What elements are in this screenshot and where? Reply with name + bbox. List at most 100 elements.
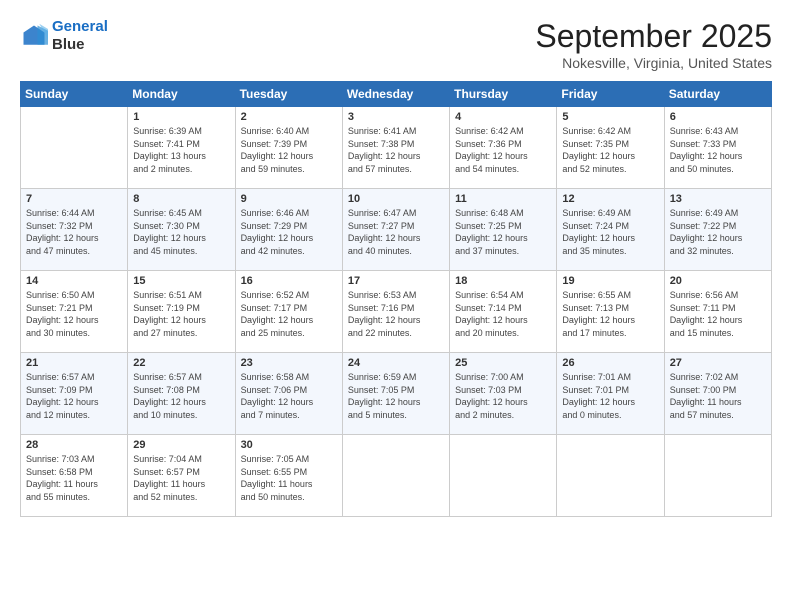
calendar-week-row: 1 Sunrise: 6:39 AM Sunset: 7:41 PM Daylig… (21, 107, 772, 189)
calendar-cell (664, 435, 771, 517)
logo-icon (20, 22, 48, 50)
calendar-cell: 9 Sunrise: 6:46 AM Sunset: 7:29 PM Daylig… (235, 189, 342, 271)
calendar-cell: 16 Sunrise: 6:52 AM Sunset: 7:17 PM Dayli… (235, 271, 342, 353)
calendar-cell: 29Sunrise: 7:04 AM Sunset: 6:57 PM Dayli… (128, 435, 235, 517)
calendar-cell: 8Sunrise: 6:45 AM Sunset: 7:30 PM Daylig… (128, 189, 235, 271)
day-number: 10 (348, 193, 444, 205)
day-number: 18 (455, 275, 551, 287)
calendar-cell: 13 Sunrise: 6:49 AM Sunset: 7:22 PM Dayli… (664, 189, 771, 271)
title-block: September 2025 Nokesville, Virginia, Uni… (535, 18, 772, 71)
calendar-cell (21, 107, 128, 189)
day-number: 1 (133, 111, 229, 123)
day-info: Sunrise: 6:42 AM Sunset: 7:36 PM Dayligh… (455, 125, 551, 175)
day-number: 16 (241, 275, 337, 287)
calendar-cell: 10 Sunrise: 6:47 AM Sunset: 7:27 PM Dayli… (342, 189, 449, 271)
day-number: 25 (455, 357, 551, 369)
calendar-cell: 5 Sunrise: 6:42 AM Sunset: 7:35 PM Daylig… (557, 107, 664, 189)
day-number: 19 (562, 275, 658, 287)
calendar-header-row: SundayMondayTuesdayWednesdayThursdayFrid… (21, 82, 772, 107)
calendar-table: SundayMondayTuesdayWednesdayThursdayFrid… (20, 81, 772, 517)
page: General Blue September 2025 Nokesville, … (0, 0, 792, 612)
day-info: Sunrise: 6:53 AM Sunset: 7:16 PM Dayligh… (348, 289, 444, 339)
header: General Blue September 2025 Nokesville, … (20, 18, 772, 71)
calendar-cell: 25 Sunrise: 7:00 AM Sunset: 7:03 PM Dayli… (450, 353, 557, 435)
day-info: Sunrise: 6:43 AM Sunset: 7:33 PM Dayligh… (670, 125, 766, 175)
calendar-cell: 28Sunrise: 7:03 AM Sunset: 6:58 PM Dayli… (21, 435, 128, 517)
day-number: 13 (670, 193, 766, 205)
day-number: 21 (26, 357, 122, 369)
calendar-week-row: 14Sunrise: 6:50 AM Sunset: 7:21 PM Dayli… (21, 271, 772, 353)
day-info: Sunrise: 6:49 AM Sunset: 7:22 PM Dayligh… (670, 207, 766, 257)
calendar-cell (342, 435, 449, 517)
calendar-cell (557, 435, 664, 517)
day-number: 2 (241, 111, 337, 123)
calendar-cell: 11 Sunrise: 6:48 AM Sunset: 7:25 PM Dayli… (450, 189, 557, 271)
calendar-cell: 21 Sunrise: 6:57 AM Sunset: 7:09 PM Dayli… (21, 353, 128, 435)
day-number: 6 (670, 111, 766, 123)
calendar-cell: 7 Sunrise: 6:44 AM Sunset: 7:32 PM Daylig… (21, 189, 128, 271)
day-header: Friday (557, 82, 664, 107)
day-info: Sunrise: 6:44 AM Sunset: 7:32 PM Dayligh… (26, 207, 122, 257)
day-info: Sunrise: 6:42 AM Sunset: 7:35 PM Dayligh… (562, 125, 658, 175)
calendar-cell: 30 Sunrise: 7:05 AM Sunset: 6:55 PM Dayli… (235, 435, 342, 517)
day-number: 11 (455, 193, 551, 205)
day-number: 22 (133, 357, 229, 369)
calendar-cell: 4Sunrise: 6:42 AM Sunset: 7:36 PM Daylig… (450, 107, 557, 189)
day-number: 5 (562, 111, 658, 123)
calendar-body: 1 Sunrise: 6:39 AM Sunset: 7:41 PM Daylig… (21, 107, 772, 517)
calendar-cell: 15Sunrise: 6:51 AM Sunset: 7:19 PM Dayli… (128, 271, 235, 353)
day-info: Sunrise: 6:51 AM Sunset: 7:19 PM Dayligh… (133, 289, 229, 339)
day-info: Sunrise: 7:00 AM Sunset: 7:03 PM Dayligh… (455, 371, 551, 421)
calendar-cell: 17 Sunrise: 6:53 AM Sunset: 7:16 PM Dayli… (342, 271, 449, 353)
day-info: Sunrise: 6:52 AM Sunset: 7:17 PM Dayligh… (241, 289, 337, 339)
day-info: Sunrise: 6:46 AM Sunset: 7:29 PM Dayligh… (241, 207, 337, 257)
logo-text: General Blue (52, 18, 108, 54)
day-info: Sunrise: 6:41 AM Sunset: 7:38 PM Dayligh… (348, 125, 444, 175)
calendar-cell: 6 Sunrise: 6:43 AM Sunset: 7:33 PM Daylig… (664, 107, 771, 189)
day-info: Sunrise: 6:47 AM Sunset: 7:27 PM Dayligh… (348, 207, 444, 257)
day-number: 26 (562, 357, 658, 369)
calendar-cell: 26 Sunrise: 7:01 AM Sunset: 7:01 PM Dayli… (557, 353, 664, 435)
day-number: 12 (562, 193, 658, 205)
day-header: Wednesday (342, 82, 449, 107)
day-info: Sunrise: 7:05 AM Sunset: 6:55 PM Dayligh… (241, 453, 337, 503)
calendar-cell: 19 Sunrise: 6:55 AM Sunset: 7:13 PM Dayli… (557, 271, 664, 353)
location: Nokesville, Virginia, United States (535, 55, 772, 71)
day-number: 9 (241, 193, 337, 205)
calendar-cell: 24 Sunrise: 6:59 AM Sunset: 7:05 PM Dayli… (342, 353, 449, 435)
day-number: 24 (348, 357, 444, 369)
day-number: 17 (348, 275, 444, 287)
day-info: Sunrise: 6:50 AM Sunset: 7:21 PM Dayligh… (26, 289, 122, 339)
day-header: Sunday (21, 82, 128, 107)
day-info: Sunrise: 7:01 AM Sunset: 7:01 PM Dayligh… (562, 371, 658, 421)
calendar-cell: 20 Sunrise: 6:56 AM Sunset: 7:11 PM Dayli… (664, 271, 771, 353)
calendar-cell: 3 Sunrise: 6:41 AM Sunset: 7:38 PM Daylig… (342, 107, 449, 189)
day-number: 20 (670, 275, 766, 287)
day-info: Sunrise: 6:59 AM Sunset: 7:05 PM Dayligh… (348, 371, 444, 421)
day-info: Sunrise: 6:39 AM Sunset: 7:41 PM Dayligh… (133, 125, 229, 175)
day-info: Sunrise: 6:48 AM Sunset: 7:25 PM Dayligh… (455, 207, 551, 257)
day-number: 29 (133, 439, 229, 451)
day-info: Sunrise: 6:57 AM Sunset: 7:09 PM Dayligh… (26, 371, 122, 421)
day-header: Saturday (664, 82, 771, 107)
calendar-cell: 18 Sunrise: 6:54 AM Sunset: 7:14 PM Dayli… (450, 271, 557, 353)
day-info: Sunrise: 7:02 AM Sunset: 7:00 PM Dayligh… (670, 371, 766, 421)
day-number: 23 (241, 357, 337, 369)
calendar-cell (450, 435, 557, 517)
calendar-cell: 1 Sunrise: 6:39 AM Sunset: 7:41 PM Daylig… (128, 107, 235, 189)
calendar-week-row: 28Sunrise: 7:03 AM Sunset: 6:58 PM Dayli… (21, 435, 772, 517)
day-info: Sunrise: 6:57 AM Sunset: 7:08 PM Dayligh… (133, 371, 229, 421)
day-info: Sunrise: 6:54 AM Sunset: 7:14 PM Dayligh… (455, 289, 551, 339)
day-number: 28 (26, 439, 122, 451)
day-number: 7 (26, 193, 122, 205)
day-info: Sunrise: 6:58 AM Sunset: 7:06 PM Dayligh… (241, 371, 337, 421)
day-number: 3 (348, 111, 444, 123)
calendar-cell: 12 Sunrise: 6:49 AM Sunset: 7:24 PM Dayli… (557, 189, 664, 271)
day-number: 30 (241, 439, 337, 451)
calendar-cell: 2Sunrise: 6:40 AM Sunset: 7:39 PM Daylig… (235, 107, 342, 189)
day-info: Sunrise: 6:49 AM Sunset: 7:24 PM Dayligh… (562, 207, 658, 257)
calendar-cell: 23 Sunrise: 6:58 AM Sunset: 7:06 PM Dayli… (235, 353, 342, 435)
day-info: Sunrise: 6:55 AM Sunset: 7:13 PM Dayligh… (562, 289, 658, 339)
day-info: Sunrise: 6:56 AM Sunset: 7:11 PM Dayligh… (670, 289, 766, 339)
month-title: September 2025 (535, 18, 772, 55)
